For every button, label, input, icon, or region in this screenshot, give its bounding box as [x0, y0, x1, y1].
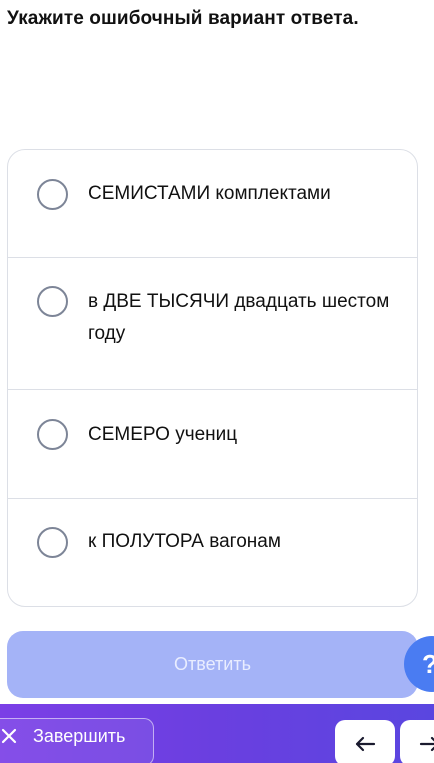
question-title: Укажите ошибочный вариант ответа.	[7, 8, 359, 29]
radio-button[interactable]	[37, 179, 68, 210]
arrow-right-icon	[419, 736, 434, 752]
next-question-button[interactable]	[400, 720, 434, 763]
answer-option-3[interactable]: СЕМЕРО учениц	[8, 390, 417, 499]
answer-option-label: в ДВЕ ТЫСЯЧИ двадцать шестом году	[88, 291, 390, 344]
radio-button[interactable]	[37, 527, 68, 558]
answer-options-list: СЕМИСТАМИ комплектами в ДВЕ ТЫСЯЧИ двадц…	[7, 149, 418, 607]
answer-option-label: СЕМЕРО учениц	[88, 424, 238, 445]
answer-option-2[interactable]: в ДВЕ ТЫСЯЧИ двадцать шестом году	[8, 258, 417, 390]
bottom-toolbar: Завершить	[0, 704, 434, 763]
radio-button[interactable]	[37, 419, 68, 450]
finish-button-label: Завершить	[33, 726, 126, 746]
arrow-left-icon	[355, 736, 376, 752]
radio-button[interactable]	[37, 286, 68, 317]
finish-button[interactable]: Завершить	[0, 718, 154, 763]
answer-option-label: СЕМИСТАМИ комплектами	[88, 183, 331, 204]
submit-answer-button[interactable]: Ответить	[7, 631, 418, 698]
answer-option-1[interactable]: СЕМИСТАМИ комплектами	[8, 150, 417, 258]
answer-option-4[interactable]: к ПОЛУТОРА вагонам	[8, 499, 417, 606]
close-icon	[1, 728, 17, 744]
previous-question-button[interactable]	[335, 720, 395, 763]
quiz-page: Укажите ошибочный вариант ответа. СЕМИСТ…	[0, 0, 434, 763]
answer-option-label: к ПОЛУТОРА вагонам	[88, 531, 281, 552]
